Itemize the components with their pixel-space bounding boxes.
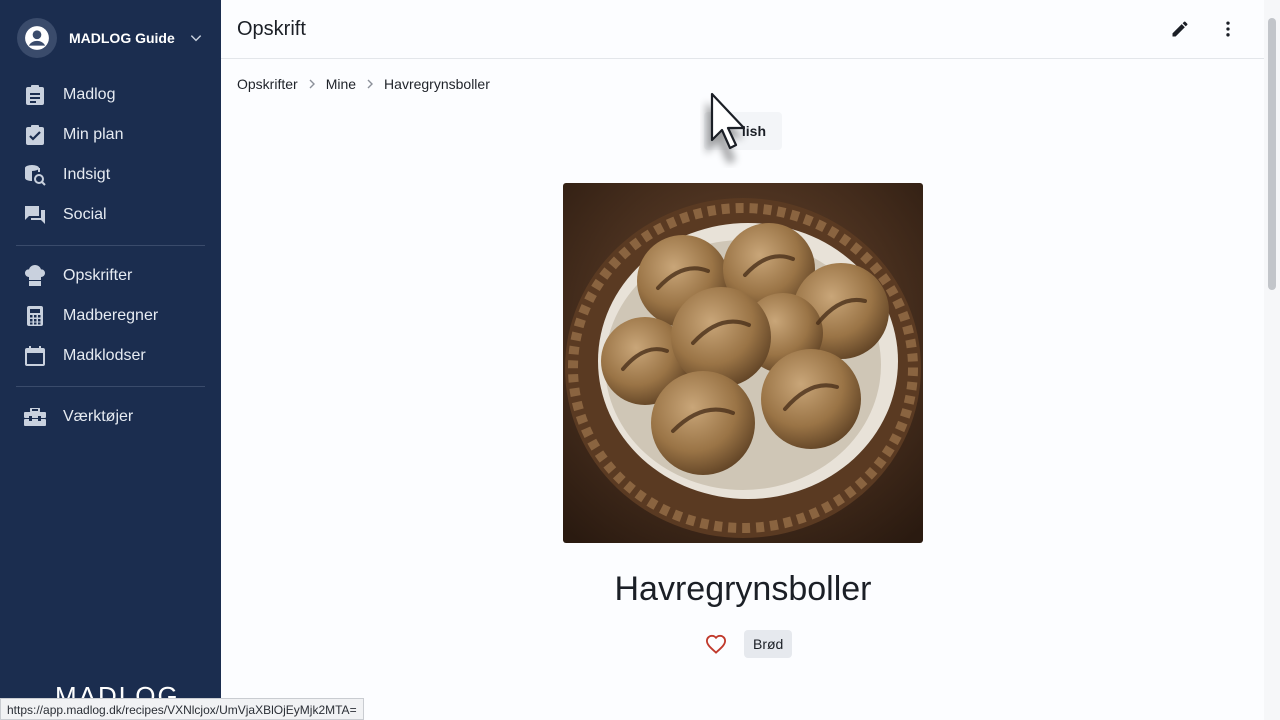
nav-tools: Værktøjer (0, 397, 221, 437)
sidebar-item-madlog[interactable]: Madlog (0, 75, 221, 115)
sidebar-item-indsigt[interactable]: Indsigt (0, 155, 221, 195)
chevron-right-icon (308, 79, 316, 89)
scrollbar-thumb[interactable] (1268, 18, 1276, 290)
mouse-cursor-icon (700, 88, 752, 173)
heart-icon[interactable] (704, 632, 728, 656)
sidebar-item-label: Værktøjer (63, 408, 134, 425)
chat-icon (24, 204, 46, 226)
topbar-actions (1168, 17, 1240, 41)
category-tag[interactable]: Brød (744, 630, 793, 658)
sidebar-item-label: Madberegner (63, 307, 159, 324)
edit-icon[interactable] (1168, 17, 1192, 41)
sidebar-item-madklodser[interactable]: Madklodser (0, 336, 221, 376)
breadcrumb-item-opskrifter[interactable]: Opskrifter (237, 76, 298, 92)
sidebar-item-madberegner[interactable]: Madberegner (0, 296, 221, 336)
chevron-right-icon (366, 79, 374, 89)
chef-hat-icon (24, 265, 46, 287)
nav-divider (16, 245, 205, 246)
recipe-meta: Brød (704, 630, 793, 658)
checklist-icon (24, 124, 46, 146)
sidebar-item-label: Opskrifter (63, 267, 133, 284)
nav-primary: Madlog Min plan Indsigt Social (0, 75, 221, 235)
user-menu[interactable]: MADLOG Guide (0, 0, 221, 75)
recipe-title: Havregrynsboller (614, 570, 872, 608)
breadcrumb-item-mine[interactable]: Mine (326, 76, 356, 92)
topbar: Opskrift (221, 0, 1264, 59)
nav-divider (16, 386, 205, 387)
breadcrumb-item-current: Havregrynsboller (384, 76, 490, 92)
sidebar-item-label: Social (63, 206, 107, 223)
page-title: Opskrift (237, 17, 306, 40)
account-icon (17, 17, 57, 58)
breadcrumb: Opskrifter Mine Havregrynsboller (237, 76, 490, 92)
sidebar-item-label: Indsigt (63, 166, 111, 183)
status-url: https://app.madlog.dk/recipes/VXNlcjox/U… (0, 698, 364, 720)
sidebar-item-label: Madklodser (63, 347, 146, 364)
toolbox-icon (24, 406, 46, 428)
sidebar-item-label: Min plan (63, 126, 124, 143)
clipboard-icon (24, 84, 46, 106)
sidebar-item-vaerktojer[interactable]: Værktøjer (0, 397, 221, 437)
user-name: MADLOG Guide (69, 29, 175, 46)
sidebar-item-social[interactable]: Social (0, 195, 221, 235)
sidebar-item-min-plan[interactable]: Min plan (0, 115, 221, 155)
sidebar-item-label: Madlog (63, 86, 116, 103)
chevron-down-icon[interactable] (189, 31, 203, 45)
scrollbar[interactable] (1264, 0, 1280, 720)
more-vertical-icon[interactable] (1216, 17, 1240, 41)
calendar-icon (24, 345, 46, 367)
database-search-icon (24, 164, 46, 186)
sidebar: MADLOG Guide Madlog Min plan Indsigt Soc… (0, 0, 221, 720)
sidebar-item-opskrifter[interactable]: Opskrifter (0, 256, 221, 296)
recipe-image (563, 183, 923, 543)
calculator-icon (24, 305, 46, 327)
nav-secondary: Opskrifter Madberegner Madklodser (0, 256, 221, 376)
